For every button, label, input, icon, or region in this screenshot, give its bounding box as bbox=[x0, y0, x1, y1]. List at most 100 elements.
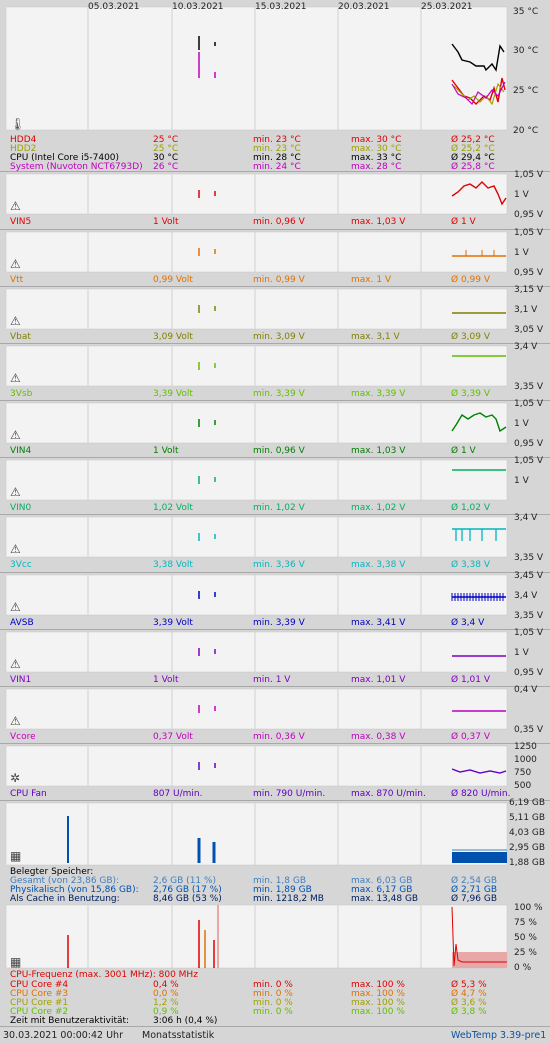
monthly-stats-link[interactable]: Monatsstatistik bbox=[142, 1030, 214, 1041]
axis-tick: 5,11 GB bbox=[509, 813, 546, 823]
axis-tick: 0,4 V bbox=[514, 685, 538, 695]
sensor-max: max. 870 U/min. bbox=[351, 789, 426, 799]
thermometer-icon: 🌡 bbox=[10, 117, 25, 131]
axis-tick: 3,35 V bbox=[514, 553, 544, 563]
separator bbox=[0, 800, 550, 801]
plot-panel bbox=[5, 459, 508, 501]
plot-panel bbox=[5, 516, 508, 558]
axis-tick: 500 bbox=[514, 781, 532, 791]
separator bbox=[0, 229, 550, 230]
user-activity-label: Zeit mit Benutzeraktivität: bbox=[10, 1016, 130, 1026]
sensor-name: VIN4 bbox=[10, 446, 32, 456]
axis-tick: 1 V bbox=[514, 419, 529, 429]
sensor-min: min. 3,39 V bbox=[253, 618, 305, 628]
warning-icon: ⚠ bbox=[10, 485, 21, 499]
sensor-min: min. 0,36 V bbox=[253, 732, 305, 742]
sensor-max: max. 1,03 V bbox=[351, 217, 406, 227]
axis-tick: 1,05 V bbox=[514, 399, 544, 409]
user-activity-value: 3:06 h (0,4 %) bbox=[153, 1016, 218, 1026]
date-label: 10.03.2021 bbox=[172, 2, 224, 12]
plot-panel bbox=[5, 231, 508, 273]
axis-tick: 3,4 V bbox=[514, 591, 538, 601]
warning-icon: ⚠ bbox=[10, 657, 21, 671]
plot-panel bbox=[5, 688, 508, 730]
axis-tick: 1 V bbox=[514, 190, 529, 200]
axis-tick: 20 °C bbox=[513, 126, 539, 136]
sensor-cur: 0,99 Volt bbox=[153, 275, 193, 285]
memory-min: min. 1218,2 MB bbox=[253, 894, 324, 904]
sensor-cur: 3,38 Volt bbox=[153, 560, 193, 570]
temp-current: 26 °C bbox=[153, 162, 179, 172]
axis-tick: 1000 bbox=[514, 755, 537, 765]
sensor-name: 3Vcc bbox=[10, 560, 32, 570]
axis-tick: 1,05 V bbox=[514, 456, 544, 466]
sensor-name: 3Vsb bbox=[10, 389, 33, 399]
sensor-avg: Ø 1 V bbox=[451, 217, 476, 227]
axis-tick: 3,15 V bbox=[514, 285, 544, 295]
sensor-cur: 1 Volt bbox=[153, 675, 179, 685]
axis-tick: 0,95 V bbox=[514, 268, 544, 278]
warning-icon: ⚠ bbox=[10, 714, 21, 728]
memory-name: Als Cache in Benutzung: bbox=[10, 894, 120, 904]
sensor-cur: 1 Volt bbox=[153, 446, 179, 456]
warning-icon: ✲ bbox=[10, 771, 20, 785]
axis-tick: 3,4 V bbox=[514, 513, 538, 523]
sensor-avg: Ø 3,38 V bbox=[451, 560, 491, 570]
warning-icon: ⚠ bbox=[10, 371, 21, 385]
separator bbox=[0, 629, 550, 630]
axis-tick: 3,4 V bbox=[514, 342, 538, 352]
sensor-min: min. 0,99 V bbox=[253, 275, 305, 285]
memory-avg: Ø 7,96 GB bbox=[451, 894, 497, 904]
sensor-avg: Ø 0,99 V bbox=[451, 275, 491, 285]
sensor-cur: 807 U/min. bbox=[153, 789, 203, 799]
axis-tick: 750 bbox=[514, 768, 532, 778]
sensor-name: CPU Fan bbox=[10, 789, 47, 799]
separator bbox=[0, 572, 550, 573]
axis-tick: 1,05 V bbox=[514, 170, 544, 180]
sensor-max: max. 3,1 V bbox=[351, 332, 400, 342]
axis-tick: 0,95 V bbox=[514, 668, 544, 678]
sensor-min: min. 1,02 V bbox=[253, 503, 305, 513]
sensor-min: min. 1 V bbox=[253, 675, 291, 685]
warning-icon: ⚠ bbox=[10, 428, 21, 442]
sensor-cur: 3,39 Volt bbox=[153, 618, 193, 628]
axis-tick: 30 °C bbox=[513, 46, 539, 56]
axis-tick: 50 % bbox=[514, 933, 537, 943]
sensor-name: VIN5 bbox=[10, 217, 32, 227]
sensor-max: max. 0,38 V bbox=[351, 732, 406, 742]
sensor-name: Vbat bbox=[10, 332, 31, 342]
separator bbox=[0, 400, 550, 401]
plot-panel bbox=[5, 745, 508, 787]
sensor-min: min. 0,96 V bbox=[253, 446, 305, 456]
separator bbox=[0, 1026, 550, 1027]
cpu-frequency: CPU-Frequenz (max. 3001 MHz): 800 MHz bbox=[10, 970, 198, 980]
temp-min: min. 24 °C bbox=[253, 162, 301, 172]
plot-panel bbox=[5, 173, 508, 215]
sensor-name: VIN1 bbox=[10, 675, 32, 685]
footer-timestamp: 30.03.2021 00:00:42 Uhr bbox=[3, 1030, 123, 1041]
plot-panel bbox=[5, 345, 508, 387]
sensor-min: min. 3,39 V bbox=[253, 389, 305, 399]
axis-tick: 1250 bbox=[514, 742, 537, 752]
axis-tick: 4,03 GB bbox=[509, 828, 546, 838]
sensor-max: max. 1,02 V bbox=[351, 503, 406, 513]
memory-current: 8,46 GB (53 %) bbox=[153, 894, 222, 904]
sensor-min: min. 3,36 V bbox=[253, 560, 305, 570]
axis-tick: 3,05 V bbox=[514, 325, 544, 335]
sensor-max: max. 3,41 V bbox=[351, 618, 406, 628]
sensor-avg: Ø 3,09 V bbox=[451, 332, 491, 342]
axis-tick: 75 % bbox=[514, 918, 537, 928]
plot-panel bbox=[5, 631, 508, 673]
separator bbox=[0, 743, 550, 744]
chip-icon: ▦ bbox=[10, 955, 21, 969]
sensor-avg: Ø 1,01 V bbox=[451, 675, 491, 685]
sensor-cur: 0,37 Volt bbox=[153, 732, 193, 742]
sensor-name: AVSB bbox=[10, 618, 34, 628]
separator bbox=[0, 514, 550, 515]
temp-name: System (Nuvoton NCT6793D) bbox=[10, 162, 143, 172]
version-link[interactable]: WebTemp 3.39-pre1 bbox=[451, 1030, 546, 1041]
sensor-max: max. 3,38 V bbox=[351, 560, 406, 570]
memory-max: max. 13,48 GB bbox=[351, 894, 419, 904]
cpu-core-min: min. 0 % bbox=[253, 1007, 293, 1017]
sensor-avg: Ø 3,39 V bbox=[451, 389, 491, 399]
